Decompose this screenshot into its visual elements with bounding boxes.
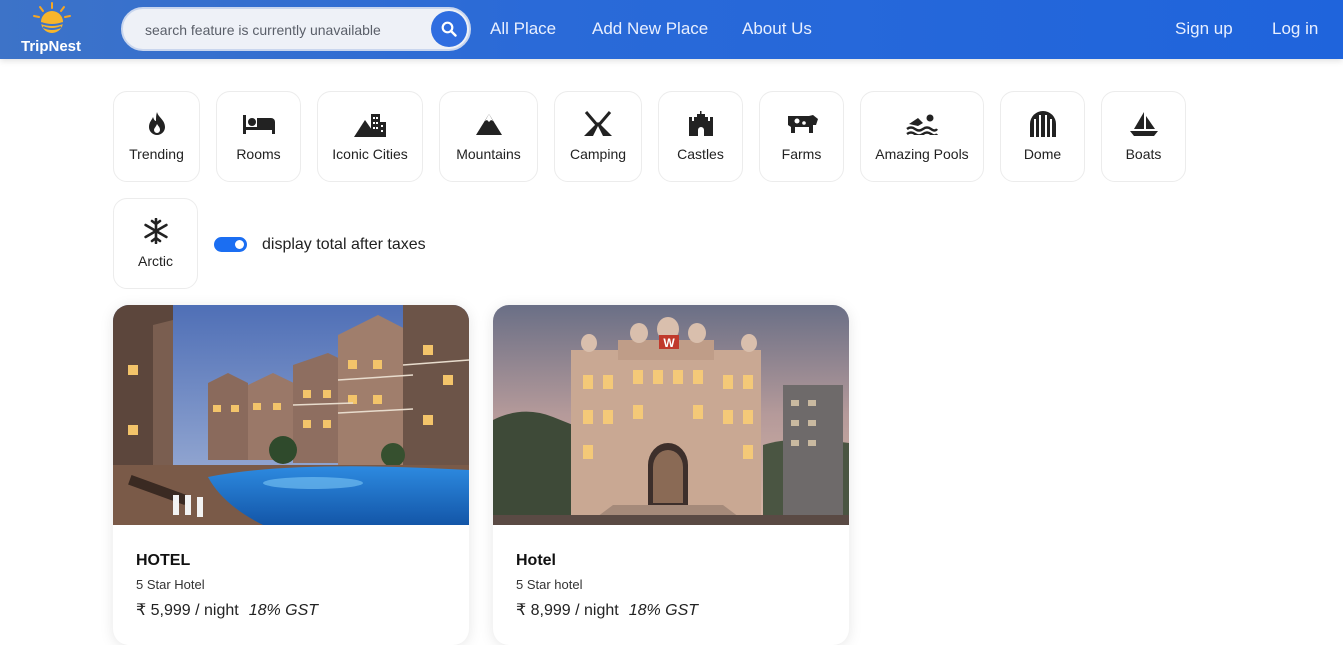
- listing-price: ₹ 5,999 / night: [136, 602, 239, 619]
- search-input[interactable]: [145, 20, 425, 40]
- listing-title: HOTEL: [136, 552, 191, 569]
- sun-logo-icon: [33, 2, 71, 33]
- signup-link[interactable]: Sign up: [1175, 19, 1233, 39]
- listing-image: W: [493, 305, 849, 525]
- category-label: Mountains: [456, 146, 521, 162]
- cow-icon: [787, 115, 818, 133]
- search-bar: [121, 7, 471, 51]
- nav-all-place[interactable]: All Place: [490, 19, 556, 39]
- listing-price-row: ₹ 5,999 / night 18% GST: [136, 600, 318, 620]
- category-label: Arctic: [138, 253, 173, 269]
- tax-toggle-label: display total after taxes: [262, 236, 426, 253]
- sailboat-icon: [1129, 112, 1158, 136]
- tent-icon: [584, 111, 612, 136]
- category-label: Boats: [1125, 146, 1162, 162]
- castle-icon: [688, 111, 713, 136]
- listing-tax: 18% GST: [628, 602, 699, 619]
- listing-tax: 18% GST: [248, 602, 319, 619]
- nav-about-us[interactable]: About Us: [742, 19, 812, 39]
- category-iconic-cities[interactable]: Iconic Cities: [317, 91, 423, 182]
- dome-icon: [1029, 111, 1056, 137]
- category-label: Trending: [129, 146, 184, 162]
- category-castles[interactable]: Castles: [658, 91, 743, 182]
- listing-card[interactable]: HOTEL 5 Star Hotel ₹ 5,999 / night 18% GS…: [113, 305, 469, 645]
- listing-price: ₹ 8,999 / night: [516, 602, 619, 619]
- listing-subtitle: 5 Star Hotel: [136, 577, 205, 592]
- swimmer-icon: [906, 114, 938, 135]
- toggle-knob: [235, 240, 244, 249]
- search-icon: [441, 21, 457, 37]
- listing-image: [113, 305, 469, 525]
- search-button[interactable]: [431, 11, 467, 47]
- category-trending[interactable]: Trending: [113, 91, 200, 182]
- category-camping[interactable]: Camping: [554, 91, 642, 182]
- listing-card[interactable]: W Hotel 5 Star hotel ₹ 8,999 / night 18% …: [493, 305, 849, 645]
- category-label: Camping: [569, 146, 627, 162]
- fire-icon: [148, 112, 165, 135]
- nav-add-new-place[interactable]: Add New Place: [592, 19, 708, 39]
- category-boats[interactable]: Boats: [1101, 91, 1186, 182]
- city-icon: [354, 114, 386, 137]
- category-label: Dome: [1023, 146, 1062, 162]
- listing-price-row: ₹ 8,999 / night 18% GST: [516, 600, 698, 620]
- category-label: Iconic Cities: [332, 146, 408, 162]
- listing-subtitle: 5 Star hotel: [516, 577, 583, 592]
- category-label: Amazing Pools: [875, 146, 969, 162]
- category-amazing-pools[interactable]: Amazing Pools: [860, 91, 984, 182]
- bed-icon: [242, 115, 275, 134]
- brand-name: TripNest: [21, 38, 82, 55]
- tax-toggle[interactable]: [214, 237, 247, 252]
- category-rooms[interactable]: Rooms: [216, 91, 301, 182]
- snowflake-icon: [143, 218, 168, 244]
- category-label: Castles: [677, 146, 724, 162]
- category-label: Rooms: [236, 146, 281, 162]
- login-link[interactable]: Log in: [1272, 19, 1318, 39]
- category-mountains[interactable]: Mountains: [439, 91, 538, 182]
- category-arctic[interactable]: Arctic: [113, 198, 198, 289]
- mountain-icon: [475, 114, 502, 135]
- navbar: TripNest All Place Add New Place About U…: [0, 0, 1343, 59]
- listing-title: Hotel: [516, 552, 556, 569]
- svg-text:W: W: [663, 336, 675, 350]
- logo[interactable]: TripNest: [16, 0, 88, 59]
- category-farms[interactable]: Farms: [759, 91, 844, 182]
- category-dome[interactable]: Dome: [1000, 91, 1085, 182]
- category-label: Farms: [781, 146, 822, 162]
